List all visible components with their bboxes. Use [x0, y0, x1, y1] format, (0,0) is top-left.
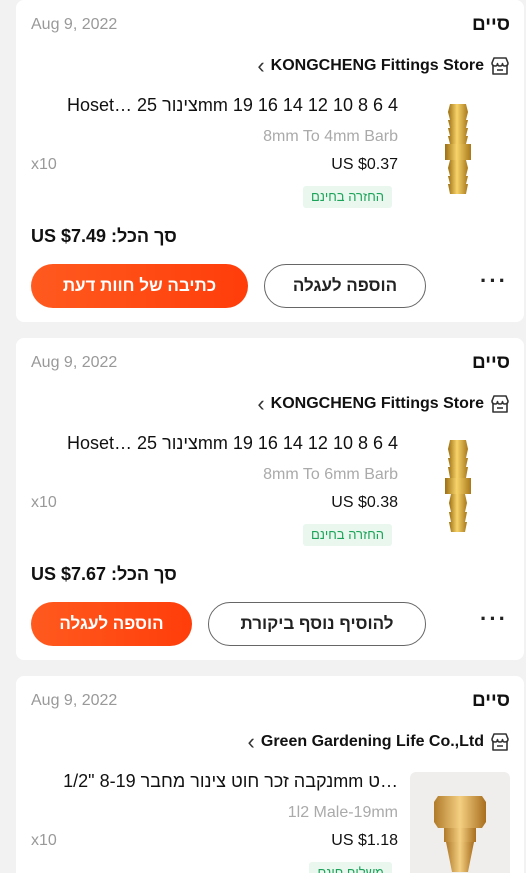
product-image[interactable]: [414, 90, 510, 202]
order-status: סיים: [471, 352, 510, 373]
add-review-button[interactable]: להוסיף נוסף ביקורת: [208, 602, 426, 646]
add-to-cart-button[interactable]: הוספה לעגלה: [31, 602, 192, 646]
order-date: Aug 9, 2022: [31, 692, 118, 709]
store-icon: [491, 57, 509, 75]
product-title[interactable]: 1/2" נקבה זכר חוט צינור מחבר 8-19mm ט…: [32, 771, 398, 792]
product-image[interactable]: [410, 772, 510, 873]
product-title[interactable]: Hoset… צינור 25mm 19 16 14 12 10 8 6 4: [38, 433, 398, 454]
order-date: Aug 9, 2022: [31, 354, 118, 371]
store-icon: [491, 395, 509, 413]
store-name: KONGCHENG Fittings Store: [270, 57, 484, 74]
product-title[interactable]: Hoset… צינור 25mm 19 16 14 12 10 8 6 4: [38, 95, 398, 116]
chevron-left-icon: ‹: [257, 391, 265, 416]
order-status: סיים: [471, 690, 510, 711]
free-shipping-badge: משלוח חינם: [309, 862, 392, 873]
order-total: US $7.67 :סך הכל: [31, 564, 177, 584]
product-variant: 1l2 Male-19mm: [287, 804, 398, 821]
chevron-left-icon: ‹: [247, 729, 255, 754]
product-image[interactable]: [414, 428, 510, 540]
store-link[interactable]: ‹ Green Gardening Life Co.,Ltd: [248, 731, 510, 753]
product-variant: 8mm To 6mm Barb: [263, 466, 398, 483]
product-quantity: x10: [31, 494, 57, 511]
add-to-cart-button[interactable]: הוספה לעגלה: [264, 264, 426, 308]
more-dots-icon[interactable]: ···: [480, 268, 508, 294]
order-card[interactable]: Aug 9, 2022 סיים ‹ KONGCHENG Fittings St…: [16, 338, 524, 660]
product-price: US $1.18: [331, 832, 398, 849]
free-return-badge: החזרה בחינם: [303, 186, 392, 208]
store-name: Green Gardening Life Co.,Ltd: [260, 733, 484, 750]
order-card[interactable]: Aug 9, 2022 סיים ‹ KONGCHENG Fittings St…: [16, 0, 524, 322]
order-status: סיים: [471, 14, 510, 35]
store-link[interactable]: ‹ KONGCHENG Fittings Store: [257, 55, 510, 77]
store-name: KONGCHENG Fittings Store: [270, 395, 484, 412]
order-card[interactable]: Aug 9, 2022 סיים ‹ Green Gardening Life …: [16, 676, 524, 873]
more-dots-icon[interactable]: ···: [480, 606, 508, 632]
product-price: US $0.37: [331, 156, 398, 173]
product-quantity: x10: [31, 832, 57, 849]
order-total: US $7.49 :סך הכל: [31, 226, 177, 246]
product-variant: 8mm To 4mm Barb: [263, 128, 398, 145]
order-date: Aug 9, 2022: [31, 16, 118, 33]
write-review-button[interactable]: כתיבה של חוות דעת: [31, 264, 248, 308]
store-link[interactable]: ‹ KONGCHENG Fittings Store: [257, 393, 510, 415]
store-icon: [491, 733, 509, 751]
free-return-badge: החזרה בחינם: [303, 524, 392, 546]
product-quantity: x10: [31, 156, 57, 173]
chevron-left-icon: ‹: [257, 53, 265, 78]
product-price: US $0.38: [331, 494, 398, 511]
